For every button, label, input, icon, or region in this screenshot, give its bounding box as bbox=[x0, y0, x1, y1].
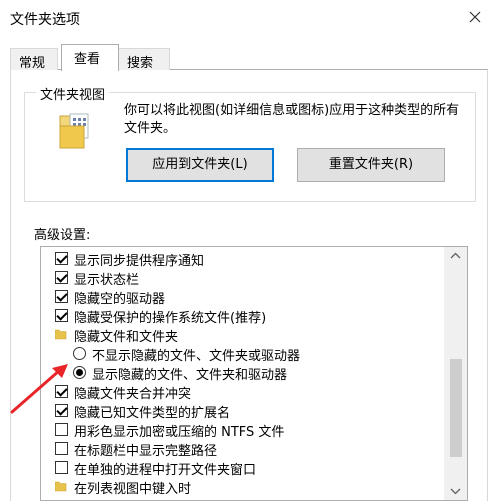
list-item[interactable]: 不显示隐藏的文件、文件夹或驱动器 bbox=[41, 344, 445, 364]
scroll-thumb[interactable] bbox=[450, 359, 462, 457]
checkbox-checked[interactable] bbox=[55, 271, 68, 284]
advanced-settings-label: 高级设置: bbox=[34, 228, 91, 243]
folder-view-icon bbox=[59, 113, 89, 149]
list-item[interactable]: 隐藏文件和文件夹 bbox=[41, 325, 445, 345]
chevron-up-icon bbox=[450, 252, 461, 259]
tab-view[interactable]: 查看 bbox=[61, 44, 119, 71]
list-item[interactable]: 在列表视图中键入时 bbox=[41, 477, 445, 497]
list-item[interactable]: 显示状态栏 bbox=[41, 268, 445, 288]
list-item-label: 显示状态栏 bbox=[74, 273, 140, 288]
scroll-down-button[interactable] bbox=[444, 482, 467, 500]
reset-folders-button[interactable]: 重置文件夹(R) bbox=[297, 148, 445, 182]
list-item-label: 隐藏已知文件类型的扩展名 bbox=[74, 406, 231, 421]
scrollbar[interactable] bbox=[444, 247, 467, 500]
chevron-down-icon bbox=[450, 488, 461, 495]
checkbox[interactable] bbox=[55, 461, 68, 474]
folder-views-label: 文件夹视图 bbox=[36, 84, 110, 103]
list-item[interactable]: 隐藏受保护的操作系统文件(推荐) bbox=[41, 306, 445, 326]
advanced-settings-list: 显示同步提供程序通知 显示状态栏隐藏空的驱动器隐藏受保护的操作系统文件(推荐) 隐藏… bbox=[40, 246, 468, 501]
close-icon bbox=[469, 11, 481, 23]
list-item-label: 显示隐藏的文件、文件夹和驱动器 bbox=[92, 368, 288, 383]
list-item[interactable]: 显示隐藏的文件、文件夹和驱动器 bbox=[41, 363, 445, 383]
list-item[interactable]: 隐藏文件夹合并冲突 bbox=[41, 382, 445, 402]
list-item[interactable]: 在标题栏中显示完整路径 bbox=[41, 439, 445, 459]
tab-general[interactable]: 常规 bbox=[10, 48, 58, 71]
list-item-label: 显示同步提供程序通知 bbox=[74, 254, 205, 269]
list-item-label: 在标题栏中显示完整路径 bbox=[74, 444, 218, 459]
list-item[interactable]: 隐藏空的驱动器 bbox=[41, 287, 445, 307]
checkbox-checked[interactable] bbox=[55, 290, 68, 303]
checkbox-checked[interactable] bbox=[55, 309, 68, 322]
list-item[interactable]: 在单独的进程中打开文件夹窗口 bbox=[41, 458, 445, 478]
list-item-label: 隐藏受保护的操作系统文件(推荐) bbox=[74, 311, 267, 326]
window-title: 文件夹选项 bbox=[10, 12, 80, 28]
tab-search[interactable]: 搜索 bbox=[118, 48, 170, 71]
title-bar: 文件夹选项 bbox=[0, 0, 500, 34]
list-item[interactable]: 显示同步提供程序通知 bbox=[41, 249, 445, 269]
checkbox-checked[interactable] bbox=[55, 252, 68, 265]
apply-to-folders-button[interactable]: 应用到文件夹(L) bbox=[126, 148, 274, 182]
checkbox[interactable] bbox=[55, 423, 68, 436]
list-item-label: 不显示隐藏的文件、文件夹或驱动器 bbox=[92, 349, 301, 364]
list-item-label: 隐藏文件和文件夹 bbox=[74, 330, 179, 345]
list-item[interactable]: 用彩色显示加密或压缩的 NTFS 文件 bbox=[41, 420, 445, 440]
folder-views-description: 你可以将此视图(如详细信息或图标)应用于这种类型的所有文件夹。 bbox=[124, 103, 460, 136]
annotation-arrow-icon bbox=[10, 364, 68, 414]
list-item-label: 用彩色显示加密或压缩的 NTFS 文件 bbox=[74, 425, 285, 440]
checkbox[interactable] bbox=[55, 442, 68, 455]
list-item-label: 隐藏空的驱动器 bbox=[74, 292, 166, 307]
folder-icon bbox=[55, 329, 67, 340]
list-item[interactable]: 隐藏已知文件类型的扩展名 bbox=[41, 401, 445, 421]
list-item-label: 在单独的进程中打开文件夹窗口 bbox=[74, 463, 257, 478]
close-button[interactable] bbox=[464, 6, 486, 28]
list-item-label: 隐藏文件夹合并冲突 bbox=[74, 387, 192, 402]
list-item-label: 在列表视图中键入时 bbox=[74, 482, 192, 497]
radio[interactable] bbox=[73, 347, 86, 360]
radio-selected[interactable] bbox=[73, 366, 86, 379]
folder-icon bbox=[55, 481, 67, 492]
scroll-up-button[interactable] bbox=[444, 247, 467, 265]
